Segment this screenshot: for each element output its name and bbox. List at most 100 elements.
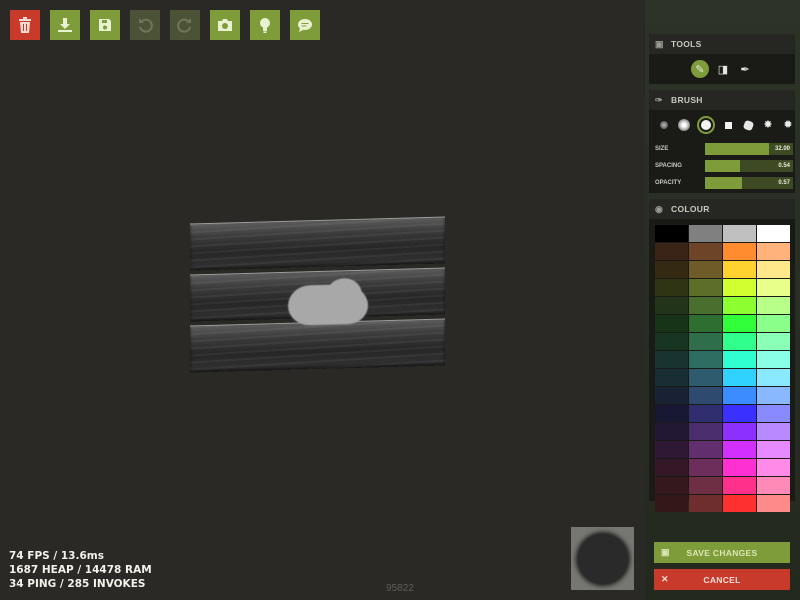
undo-button[interactable] xyxy=(130,10,160,40)
colour-swatch[interactable] xyxy=(723,387,756,404)
paint-canvas[interactable] xyxy=(0,50,645,600)
soft-brush-large[interactable] xyxy=(677,118,691,132)
colour-swatch[interactable] xyxy=(689,333,722,350)
colour-swatch[interactable] xyxy=(689,441,722,458)
colour-swatch[interactable] xyxy=(757,297,790,314)
colour-swatch[interactable] xyxy=(655,297,688,314)
square-brush[interactable] xyxy=(721,118,735,132)
tips-button[interactable] xyxy=(250,10,280,40)
colour-swatch[interactable] xyxy=(689,297,722,314)
palette-icon: ◉ xyxy=(655,203,664,214)
colour-swatch[interactable] xyxy=(757,405,790,422)
opacity-slider[interactable]: 0.57 xyxy=(705,176,793,189)
colour-swatch[interactable] xyxy=(723,243,756,260)
sign-texture[interactable] xyxy=(190,216,445,373)
colour-swatch[interactable] xyxy=(689,261,722,278)
colour-swatch[interactable] xyxy=(655,405,688,422)
soft-brush-small[interactable] xyxy=(657,118,671,132)
colour-swatch[interactable] xyxy=(757,279,790,296)
colour-swatch[interactable] xyxy=(655,261,688,278)
colour-swatch[interactable] xyxy=(689,459,722,476)
colour-swatch[interactable] xyxy=(757,495,790,512)
cancel-button[interactable]: ✕ CANCEL xyxy=(654,569,790,590)
colour-swatch[interactable] xyxy=(655,315,688,332)
spray-brush[interactable]: ✹ xyxy=(781,118,795,132)
memory-readout: 1687 HEAP / 14478 RAM xyxy=(9,564,152,576)
colour-swatch[interactable] xyxy=(723,225,756,242)
redo-icon xyxy=(177,17,193,33)
colour-swatch[interactable] xyxy=(655,279,688,296)
colour-swatch[interactable] xyxy=(655,459,688,476)
colour-swatch[interactable] xyxy=(757,333,790,350)
colour-swatch[interactable] xyxy=(655,369,688,386)
colour-swatch[interactable] xyxy=(689,477,722,494)
save-changes-button[interactable]: ▣ SAVE CHANGES xyxy=(654,542,790,563)
tools-panel: ▣ TOOLS ✎ ◨ ✒ xyxy=(649,34,795,84)
chat-button[interactable] xyxy=(290,10,320,40)
colour-swatch[interactable] xyxy=(723,351,756,368)
cancel-label: CANCEL xyxy=(703,574,741,585)
colour-swatch[interactable] xyxy=(723,405,756,422)
colour-swatch[interactable] xyxy=(723,279,756,296)
colour-swatch[interactable] xyxy=(723,477,756,494)
colour-swatch[interactable] xyxy=(689,243,722,260)
colour-swatch[interactable] xyxy=(723,261,756,278)
eyedropper-tool-button[interactable]: ✒ xyxy=(737,61,753,77)
colour-swatch[interactable] xyxy=(655,477,688,494)
colour-swatch[interactable] xyxy=(723,333,756,350)
splatter-brush[interactable]: ✸ xyxy=(761,118,775,132)
colour-swatch[interactable] xyxy=(757,387,790,404)
brush-panel: ✑ BRUSH ✸ ✹ SIZE 32.00 SPACING 0.54 OPAC… xyxy=(649,90,795,193)
rough-brush[interactable] xyxy=(741,118,755,132)
colour-swatch[interactable] xyxy=(655,225,688,242)
colour-swatch[interactable] xyxy=(757,441,790,458)
size-slider-row: SIZE 32.00 xyxy=(655,142,795,155)
download-button[interactable] xyxy=(50,10,80,40)
colour-swatch[interactable] xyxy=(757,261,790,278)
colour-swatch[interactable] xyxy=(757,423,790,440)
colour-swatch[interactable] xyxy=(723,297,756,314)
wood-plank xyxy=(190,216,445,271)
colour-swatch[interactable] xyxy=(757,369,790,386)
colour-swatch[interactable] xyxy=(723,369,756,386)
colour-swatch[interactable] xyxy=(689,351,722,368)
colour-swatch[interactable] xyxy=(655,423,688,440)
eraser-tool-button[interactable]: ◨ xyxy=(715,61,731,77)
save-button[interactable] xyxy=(90,10,120,40)
redo-button[interactable] xyxy=(170,10,200,40)
hard-round-brush[interactable] xyxy=(697,116,715,134)
colour-swatch[interactable] xyxy=(689,387,722,404)
colour-swatch[interactable] xyxy=(757,315,790,332)
colour-swatch[interactable] xyxy=(655,333,688,350)
colour-swatch[interactable] xyxy=(723,315,756,332)
colour-swatch[interactable] xyxy=(689,279,722,296)
colour-swatch[interactable] xyxy=(689,495,722,512)
colour-swatch[interactable] xyxy=(655,243,688,260)
colour-swatch[interactable] xyxy=(757,459,790,476)
screenshot-button[interactable] xyxy=(210,10,240,40)
brush-header: ✑ BRUSH xyxy=(649,90,795,110)
colour-swatch[interactable] xyxy=(757,351,790,368)
spacing-slider[interactable]: 0.54 xyxy=(705,159,793,172)
paint-stroke xyxy=(288,283,368,326)
colour-swatch[interactable] xyxy=(689,315,722,332)
tools-header: ▣ TOOLS xyxy=(649,34,795,54)
colour-swatch[interactable] xyxy=(757,225,790,242)
colour-swatch[interactable] xyxy=(723,495,756,512)
colour-swatch[interactable] xyxy=(655,387,688,404)
clear-button[interactable] xyxy=(10,10,40,40)
colour-swatch[interactable] xyxy=(689,225,722,242)
size-slider[interactable]: 32.00 xyxy=(705,142,793,155)
colour-swatch[interactable] xyxy=(689,423,722,440)
colour-swatch[interactable] xyxy=(689,369,722,386)
colour-swatch[interactable] xyxy=(689,405,722,422)
colour-swatch[interactable] xyxy=(757,477,790,494)
colour-swatch[interactable] xyxy=(655,351,688,368)
colour-swatch[interactable] xyxy=(757,243,790,260)
colour-swatch[interactable] xyxy=(723,459,756,476)
colour-swatch[interactable] xyxy=(723,423,756,440)
brush-tool-button[interactable]: ✎ xyxy=(691,60,709,78)
colour-swatch[interactable] xyxy=(723,441,756,458)
colour-swatch[interactable] xyxy=(655,441,688,458)
colour-swatch[interactable] xyxy=(655,495,688,512)
